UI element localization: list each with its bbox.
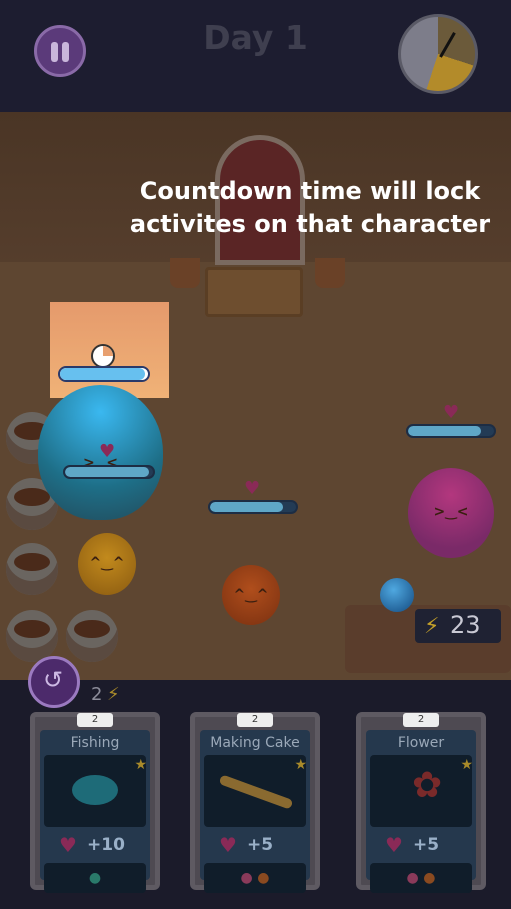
activity-card-making-cake[interactable]: 2 Making Cake ★ ♥ +5 ● ● — [190, 712, 320, 893]
star-icon: ★ — [460, 757, 473, 773]
heart-icon: ♥ — [59, 833, 77, 857]
tutorial-line-1: Countdown time will lock — [139, 177, 481, 205]
heart-icon: ♥ — [219, 833, 237, 857]
yellow-bear-character[interactable]: ^‿^ — [78, 533, 136, 595]
orange-bear-character[interactable]: ^‿^ — [222, 565, 280, 625]
level-badge: 2 — [77, 713, 113, 727]
character-slots: ● ● — [370, 863, 472, 893]
shop-sign — [205, 267, 303, 317]
star-icon: ★ — [294, 757, 307, 773]
status-bar-middle — [208, 500, 298, 514]
card-title: Making Cake — [210, 735, 300, 751]
level-badge: 2 — [403, 713, 439, 727]
bowl — [6, 543, 58, 595]
card-gain: +5 — [247, 835, 274, 855]
heart-icon: ♥ — [443, 402, 460, 423]
star-icon: ★ — [134, 757, 147, 773]
bolt-icon: ⚡ — [107, 684, 120, 705]
bowl — [6, 610, 58, 662]
bowl — [66, 610, 118, 662]
card-gain: +5 — [413, 835, 440, 855]
heart-icon: ♥ — [385, 833, 403, 857]
status-bar-highlighted — [58, 366, 150, 382]
status-bar-teal — [63, 465, 155, 479]
card-gain: +10 — [87, 835, 125, 855]
undo-icon: ↺ — [43, 666, 64, 694]
bolt-icon: ⚡ — [424, 614, 440, 639]
tutorial-line-2: activites on that character — [129, 210, 491, 238]
plant-pot — [170, 258, 200, 288]
rolling-pin-icon — [204, 755, 306, 827]
activity-card-flower[interactable]: 2 Flower ✿ ★ ♥ +5 ● ● — [356, 712, 486, 893]
plant-pot — [315, 258, 345, 288]
activity-card-fishing[interactable]: 2 Fishing ★ ♥ +10 ● — [30, 712, 160, 893]
rose-icon: ✿ — [370, 755, 472, 827]
energy-value: 23 — [450, 611, 481, 639]
countdown-clock-icon — [91, 344, 115, 368]
tutorial-text: Countdown time will lock activites on th… — [125, 175, 495, 241]
level-badge: 2 — [237, 713, 273, 727]
heart-icon: ♥ — [244, 478, 261, 499]
heart-icon: ♥ — [99, 441, 116, 462]
blue-orb[interactable] — [380, 578, 414, 612]
character-slots: ● — [44, 863, 146, 893]
moves-count: 2 — [91, 684, 103, 705]
pink-cat-character[interactable]: >‿< — [408, 468, 494, 558]
fish-icon — [44, 755, 146, 827]
day-clock-icon — [398, 14, 478, 94]
card-title: Flower — [397, 735, 445, 751]
card-title: Fishing — [70, 735, 120, 751]
character-slots: ● ● — [204, 863, 306, 893]
status-bar-pink — [406, 424, 496, 438]
